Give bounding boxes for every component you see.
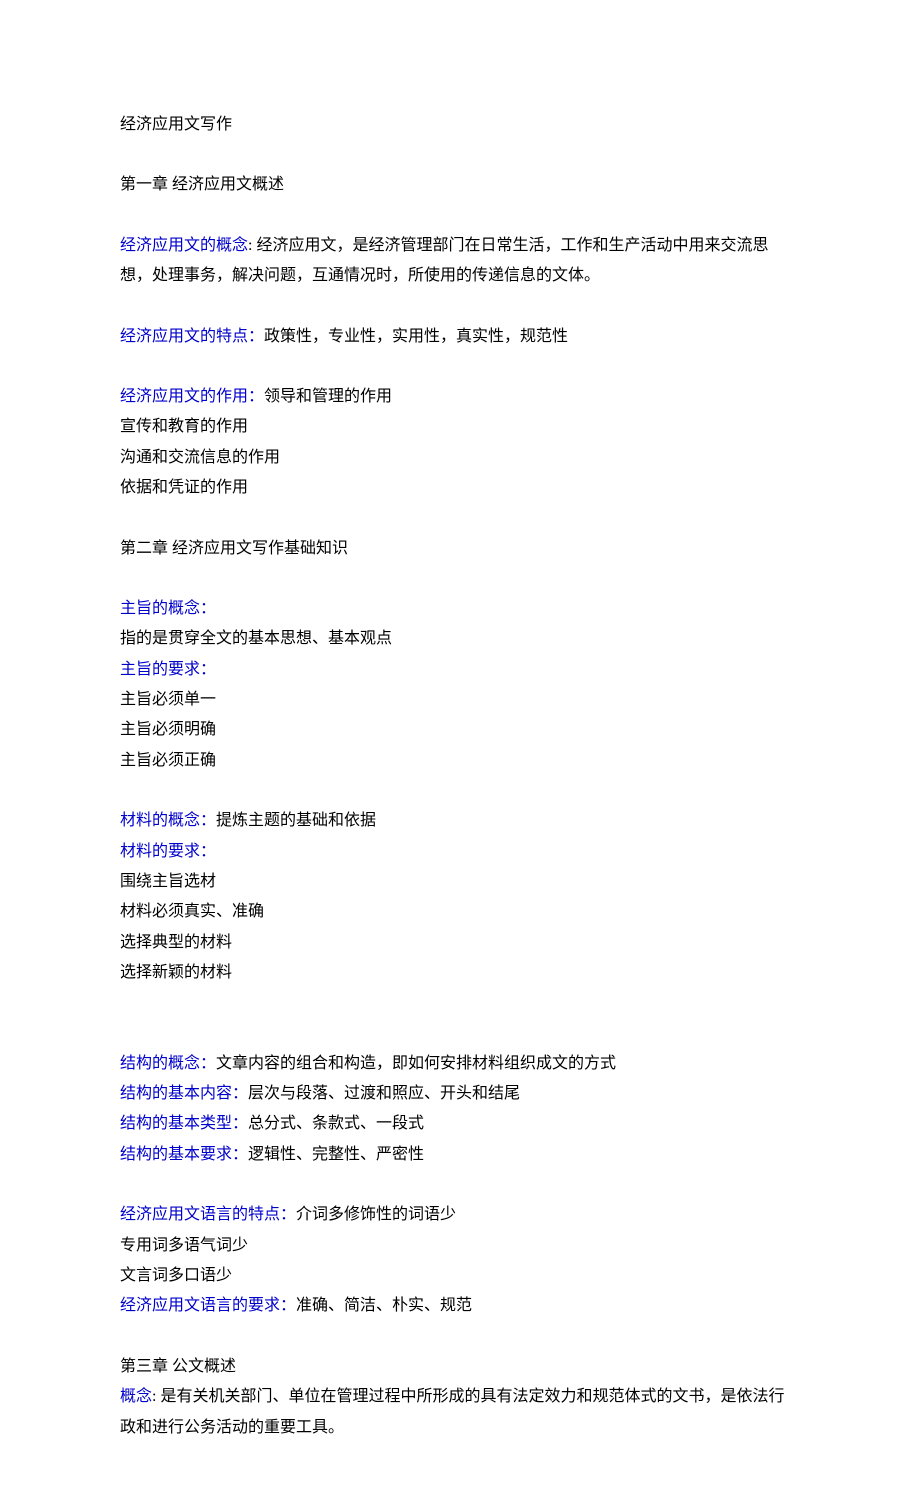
ch2-lang-feature-label: 经济应用文语言的特点： <box>120 1206 296 1223</box>
chapter-2-heading: 第二章 经济应用文写作基础知识 <box>120 534 800 564</box>
ch1-features: 经济应用文的特点：政策性，专业性，实用性，真实性，规范性 <box>120 322 800 352</box>
ch2-lang-feature-2: 文言词多口语少 <box>120 1261 800 1291</box>
ch2-material-req-label: 材料的要求： <box>120 837 800 867</box>
ch1-concept-label: 经济应用文的概念 <box>120 237 248 254</box>
ch2-lang-req-text: 准确、简洁、朴实、规范 <box>296 1297 472 1314</box>
ch1-role-1: 宣传和教育的作用 <box>120 412 800 442</box>
ch3-concept-label: 概念 <box>120 1388 152 1405</box>
ch2-structure-type-label: 结构的基本类型： <box>120 1115 248 1132</box>
document-page: 经济应用文写作 第一章 经济应用文概述 经济应用文的概念: 经济应用文，是经济管… <box>0 0 920 1503</box>
ch2-structure-content-label: 结构的基本内容： <box>120 1085 248 1102</box>
ch2-material-concept-label: 材料的概念： <box>120 812 216 829</box>
ch2-structure-type: 结构的基本类型：总分式、条款式、一段式 <box>120 1109 800 1139</box>
ch2-structure-req: 结构的基本要求：逻辑性、完整性、严密性 <box>120 1140 800 1170</box>
ch2-structure-type-text: 总分式、条款式、一段式 <box>248 1115 424 1132</box>
ch1-role-3: 依据和凭证的作用 <box>120 473 800 503</box>
ch2-structure-req-text: 逻辑性、完整性、严密性 <box>248 1146 424 1163</box>
ch2-structure-concept-label: 结构的概念： <box>120 1055 216 1072</box>
ch2-lang-feature-1: 专用词多语气词少 <box>120 1231 800 1261</box>
ch1-role-2: 沟通和交流信息的作用 <box>120 443 800 473</box>
ch2-structure-content-text: 层次与段落、过渡和照应、开头和结尾 <box>248 1085 520 1102</box>
ch2-topic-req-1: 主旨必须明确 <box>120 715 800 745</box>
ch2-topic-concept-label: 主旨的概念： <box>120 594 800 624</box>
ch3-concept-text: : 是有关机关部门、单位在管理过程中所形成的具有法定效力和规范体式的文书，是依法… <box>120 1388 784 1435</box>
ch2-lang-req-label: 经济应用文语言的要求： <box>120 1297 296 1314</box>
ch2-structure-concept-text: 文章内容的组合和构造，即如何安排材料组织成文的方式 <box>216 1055 616 1072</box>
ch2-structure-content: 结构的基本内容：层次与段落、过渡和照应、开头和结尾 <box>120 1079 800 1109</box>
document-title: 经济应用文写作 <box>120 110 800 140</box>
ch2-lang-req: 经济应用文语言的要求：准确、简洁、朴实、规范 <box>120 1291 800 1321</box>
ch1-roles-line1: 经济应用文的作用：领导和管理的作用 <box>120 382 800 412</box>
ch2-material-req-0: 围绕主旨选材 <box>120 867 800 897</box>
ch2-topic-req-2: 主旨必须正确 <box>120 746 800 776</box>
ch2-material-concept-text: 提炼主题的基础和依据 <box>216 812 376 829</box>
ch2-lang-feature-line1: 经济应用文语言的特点：介词多修饰性的词语少 <box>120 1200 800 1230</box>
ch1-role-0: 领导和管理的作用 <box>264 388 392 405</box>
ch2-material-req-1: 材料必须真实、准确 <box>120 897 800 927</box>
ch2-topic-req-label: 主旨的要求： <box>120 655 800 685</box>
ch2-material-req-3: 选择新颖的材料 <box>120 958 800 988</box>
chapter-3-heading: 第三章 公文概述 <box>120 1352 800 1382</box>
ch2-topic-req-0: 主旨必须单一 <box>120 685 800 715</box>
ch2-material-req-2: 选择典型的材料 <box>120 928 800 958</box>
ch2-structure-concept: 结构的概念：文章内容的组合和构造，即如何安排材料组织成文的方式 <box>120 1049 800 1079</box>
ch3-concept: 概念: 是有关机关部门、单位在管理过程中所形成的具有法定效力和规范体式的文书，是… <box>120 1382 800 1443</box>
ch1-roles-label: 经济应用文的作用： <box>120 388 264 405</box>
ch1-features-text: 政策性，专业性，实用性，真实性，规范性 <box>264 328 568 345</box>
chapter-1-heading: 第一章 经济应用文概述 <box>120 170 800 200</box>
ch1-features-label: 经济应用文的特点： <box>120 328 264 345</box>
ch1-concept: 经济应用文的概念: 经济应用文，是经济管理部门在日常生活，工作和生产活动中用来交… <box>120 231 800 292</box>
ch2-lang-feature-0: 介词多修饰性的词语少 <box>296 1206 456 1223</box>
ch2-structure-req-label: 结构的基本要求： <box>120 1146 248 1163</box>
ch2-material-concept: 材料的概念：提炼主题的基础和依据 <box>120 806 800 836</box>
ch2-topic-concept-text: 指的是贯穿全文的基本思想、基本观点 <box>120 624 800 654</box>
